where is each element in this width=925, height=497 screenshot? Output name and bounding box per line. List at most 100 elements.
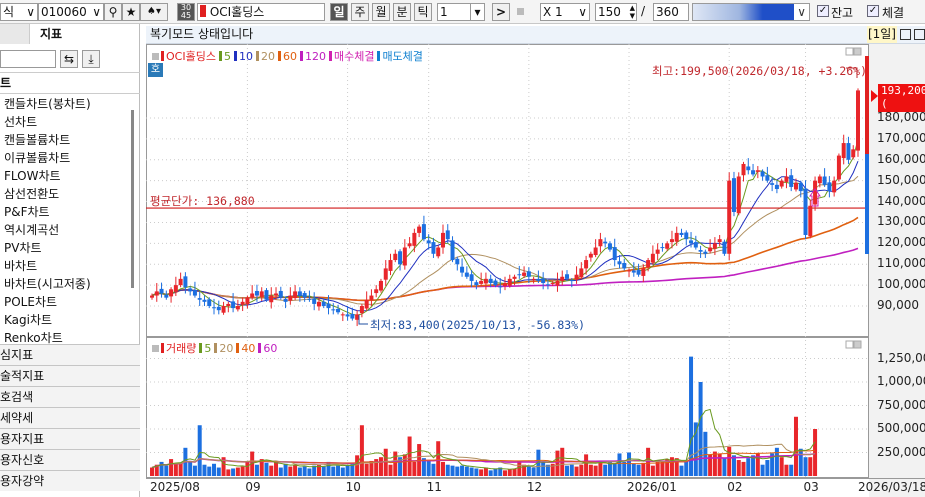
candle-body — [460, 266, 465, 273]
candle-body — [336, 308, 341, 313]
legend-item[interactable]: 매수체결 — [328, 50, 374, 63]
indicator-category[interactable]: 용자신호 — [0, 449, 140, 470]
next-button[interactable]: > — [492, 3, 510, 21]
legend-toggle-icon[interactable] — [152, 53, 159, 60]
indicator-search-input[interactable] — [0, 50, 56, 68]
candle-body — [455, 258, 460, 265]
search-icon[interactable]: ⚲ — [104, 3, 122, 21]
candle-body — [708, 247, 713, 252]
legend-item[interactable]: OCI홀딩스 — [161, 50, 216, 63]
candle-body — [727, 180, 732, 254]
tab-week[interactable]: 주 — [351, 3, 369, 21]
legend-item[interactable]: 60 — [258, 342, 277, 355]
total-count-field[interactable]: 360 — [653, 3, 689, 21]
download-icon[interactable]: ⤓ — [82, 50, 100, 68]
legend-item[interactable]: 20 — [214, 342, 233, 355]
chart-type-item[interactable]: 바차트 — [4, 257, 37, 275]
candle-body — [569, 280, 574, 282]
legend-item[interactable]: 매도체결 — [377, 50, 423, 63]
legend-label: 20 — [219, 342, 234, 355]
legend-item[interactable]: 40 — [236, 342, 255, 355]
volume-bar — [641, 462, 646, 476]
legend-item[interactable]: 5 — [199, 342, 211, 355]
candle-body — [751, 170, 756, 175]
candle-body — [388, 260, 393, 271]
indicator-category[interactable]: 용자강약 — [0, 470, 140, 491]
chart-type-item[interactable]: Kagi차트 — [4, 311, 52, 329]
candle-body — [488, 278, 493, 284]
indicator-category[interactable]: 용자지표 — [0, 428, 140, 449]
chart-type-item[interactable]: 바차트(시고저종) — [4, 275, 91, 293]
legend-item[interactable]: 5 — [218, 50, 231, 63]
candle-body — [393, 253, 398, 261]
volume-bar — [450, 465, 455, 476]
volume-bar — [245, 460, 250, 476]
multiplier-select[interactable]: X 1 ∨ — [540, 3, 590, 21]
volume-bar — [240, 466, 245, 476]
price-tick-label: 180,000 — [877, 110, 925, 124]
star-icon[interactable]: ★ — [122, 3, 140, 21]
indicator-category[interactable]: 심지표 — [0, 344, 140, 365]
chart-type-item[interactable]: 선차트 — [4, 113, 37, 131]
count-stepper[interactable]: 150 ▲ ▼ — [595, 3, 637, 21]
chart-type-item[interactable]: FLOW차트 — [4, 167, 61, 185]
indicator-category[interactable]: 호검색 — [0, 386, 140, 407]
status-text: 복기모드 상태입니다 — [150, 27, 254, 41]
scrollbar-thumb[interactable] — [131, 110, 134, 288]
legend-item[interactable]: 120 — [299, 50, 326, 63]
legend-toggle-icon[interactable] — [152, 345, 159, 352]
volume-bar — [254, 464, 259, 476]
chart-type-header[interactable]: 트 — [0, 72, 140, 94]
indicator-category[interactable]: 세약세 — [0, 407, 140, 428]
restore-icon[interactable] — [900, 29, 911, 40]
indicator-category[interactable]: 술적지표 — [0, 365, 140, 386]
volume-bar — [483, 467, 488, 476]
chart-style-select[interactable]: ∨ — [692, 3, 810, 21]
chart-canvas[interactable] — [146, 44, 925, 497]
execution-checkbox[interactable]: ✓ — [867, 5, 879, 17]
maximize-icon[interactable] — [914, 29, 925, 40]
chart-type-item[interactable]: 캔들차트(봉차트) — [4, 95, 91, 113]
mode-badge[interactable]: 호 — [148, 63, 163, 77]
chart-type-item[interactable]: 이큐볼륨차트 — [4, 149, 70, 167]
chart-type-item[interactable]: 역시계곡선 — [4, 221, 59, 239]
tab-indicator[interactable]: 지표 — [30, 24, 140, 44]
volume-bar — [698, 382, 703, 476]
refresh-icon[interactable]: ⇆ — [60, 50, 78, 68]
stock-name-field[interactable]: OCI홀딩스 — [197, 3, 325, 21]
legend-item[interactable]: 10 — [233, 50, 253, 63]
tab-minute[interactable]: 분 — [393, 3, 411, 21]
volume-bar — [288, 466, 293, 476]
candle-body — [245, 297, 250, 305]
candle-body — [622, 262, 627, 269]
sidebar-tab-left[interactable] — [0, 24, 30, 44]
chart-type-item[interactable]: PV차트 — [4, 239, 42, 257]
balance-checkbox[interactable]: ✓ — [817, 5, 829, 17]
timer-box[interactable]: 30 45 — [177, 3, 195, 21]
chart-type-item[interactable]: 캔들볼륨차트 — [4, 131, 70, 149]
legend-label: 120 — [304, 50, 326, 63]
legend-item[interactable]: 20 — [255, 50, 275, 63]
candle-body — [693, 242, 698, 248]
tab-month[interactable]: 월 — [372, 3, 390, 21]
chart-type-item[interactable]: 삼선전환도 — [4, 185, 59, 203]
legend-item[interactable]: 거래량 — [161, 342, 196, 355]
legend-label: 거래량 — [166, 342, 197, 355]
candle-body — [212, 307, 217, 309]
chart-type-item[interactable]: POLE차트 — [4, 293, 57, 311]
tab-day[interactable]: 일 — [330, 3, 348, 21]
alert-menu-icon[interactable]: ♠▾ — [140, 3, 168, 21]
tab-tick[interactable]: 틱 — [414, 3, 432, 21]
candle-body — [288, 295, 293, 301]
volume-bar — [493, 468, 498, 476]
sidebar: 지표 ⇆ ⤓ 트 캔들차트(봉차트) 선차트 캔들볼륨차트 이큐볼륨차트 FLOW차트 삼… — [0, 24, 140, 497]
mode-select[interactable]: 식 ∨ — [0, 3, 38, 21]
panel-close-icon — [853, 47, 862, 56]
interval-select[interactable]: 1 ▾ — [437, 3, 485, 21]
stock-code-input[interactable]: 010060 ∨ — [38, 3, 104, 21]
candle-body — [240, 301, 245, 305]
legend-item[interactable]: 60 — [277, 50, 297, 63]
candle-body — [798, 182, 803, 192]
chart-type-item[interactable]: P&F차트 — [4, 203, 50, 221]
candle-body — [431, 242, 436, 254]
